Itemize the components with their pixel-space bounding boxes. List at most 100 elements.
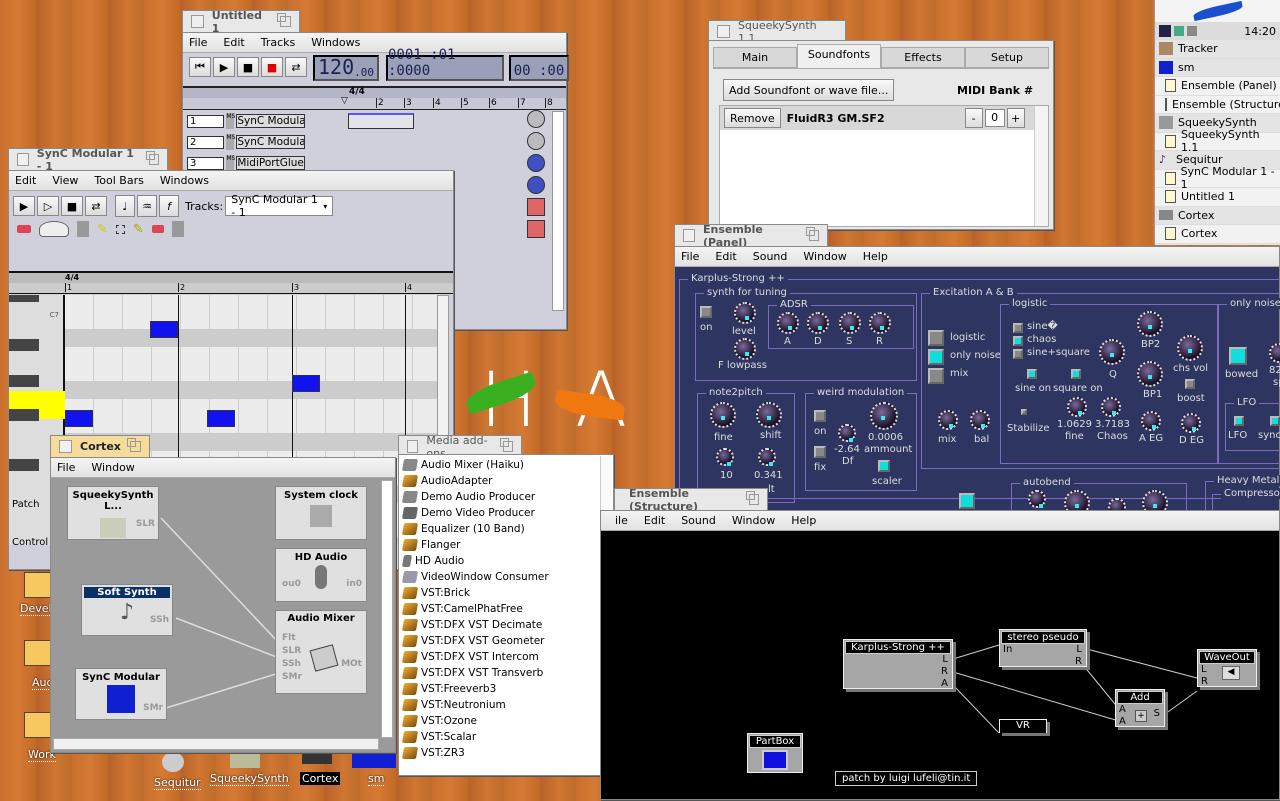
- deskbar-app-sm[interactable]: sm: [1155, 58, 1280, 77]
- midi-note[interactable]: [292, 375, 320, 392]
- list-item[interactable]: Flanger: [399, 537, 613, 553]
- sine-square-toggle[interactable]: [1013, 349, 1023, 359]
- speed-knob[interactable]: [1269, 343, 1280, 363]
- close-button[interactable]: [17, 153, 29, 166]
- cortex-node-sync-modular[interactable]: SynC Modular SMr: [75, 668, 167, 720]
- desktop-icon-cortex[interactable]: Cortex: [298, 752, 341, 792]
- eraser-icon[interactable]: [17, 225, 31, 233]
- menu-edit[interactable]: Edit: [715, 250, 736, 263]
- list-item[interactable]: VST:ZR3: [399, 745, 613, 761]
- list-item[interactable]: Demo Video Producer: [399, 505, 613, 521]
- attack-knob[interactable]: [777, 312, 799, 334]
- midi-note[interactable]: [150, 321, 178, 338]
- mute-solo-buttons[interactable]: MS: [226, 113, 235, 129]
- clock[interactable]: 14:20: [1244, 25, 1276, 38]
- track-row[interactable]: 1 MS SynC Modular: [187, 112, 305, 130]
- quantize-button[interactable]: ♒: [137, 195, 157, 217]
- playhead-marker[interactable]: ▽: [341, 96, 348, 106]
- exc-mix-toggle[interactable]: [928, 368, 944, 384]
- d-eg-knob[interactable]: [1181, 413, 1201, 433]
- fine-knob[interactable]: [710, 402, 736, 428]
- bank-increment-button[interactable]: +: [1006, 108, 1025, 128]
- cortex-node-audio-mixer[interactable]: Audio Mixer Flt SLR SSh SMr MOt: [275, 610, 367, 694]
- note-duration-button[interactable]: ♩: [115, 195, 135, 217]
- eraser-icon[interactable]: [151, 225, 164, 233]
- add-soundfont-button[interactable]: Add Soundfont or wave file...: [723, 79, 895, 101]
- vertical-scrollbar[interactable]: [552, 111, 564, 311]
- list-item[interactable]: VST:DFX VST Decimate: [399, 617, 613, 633]
- list-item[interactable]: HD Audio: [399, 553, 613, 569]
- deskbar-window-ensemble-panel[interactable]: Ensemble (Panel): [1155, 77, 1280, 96]
- list-item[interactable]: VST:Scalar: [399, 729, 613, 745]
- clipboard-icon[interactable]: [77, 221, 89, 237]
- exc-only-noise-toggle[interactable]: [928, 349, 944, 365]
- list-item[interactable]: VST:DFX VST Geometer: [399, 633, 613, 649]
- menu-file[interactable]: File: [189, 36, 207, 49]
- mute-solo-buttons[interactable]: MS: [226, 134, 235, 150]
- note2pitch-knob-2[interactable]: [758, 448, 776, 466]
- midi-clip[interactable]: [348, 113, 414, 129]
- karplus-strong-node[interactable]: Karplus-Strong ++ L R A: [843, 639, 953, 689]
- rewind-button[interactable]: ⏮: [189, 57, 211, 77]
- menu-tracks[interactable]: Tracks: [261, 36, 296, 49]
- list-item[interactable]: Demo Audio Producer: [399, 489, 613, 505]
- zoom-button[interactable]: [277, 13, 291, 27]
- sustain-knob[interactable]: [839, 312, 861, 334]
- cortex-window-tab[interactable]: Cortex: [50, 435, 150, 457]
- zoom-button[interactable]: [127, 438, 141, 452]
- desktop-icon-sm[interactable]: sm: [352, 752, 398, 792]
- volume-icon[interactable]: [1187, 26, 1197, 36]
- pencil-icon[interactable]: ✎: [97, 222, 108, 237]
- list-item[interactable]: VST:Freeverb3: [399, 681, 613, 697]
- waveout-node[interactable]: WaveOut L R ◀: [1197, 649, 1257, 687]
- synth-on-toggle[interactable]: [700, 306, 712, 318]
- midi-out-icon[interactable]: [527, 132, 545, 150]
- list-item[interactable]: VideoWindow Consumer: [399, 569, 613, 585]
- df-knob[interactable]: [838, 424, 856, 442]
- sync-toggle[interactable]: [1270, 416, 1280, 426]
- haiku-leaf-menu[interactable]: [1155, 0, 1280, 22]
- bank-decrement-button[interactable]: -: [964, 108, 983, 128]
- tab-soundfonts[interactable]: Soundfonts: [797, 44, 881, 68]
- menu-windows[interactable]: Windows: [160, 174, 209, 187]
- list-item[interactable]: VST:DFX VST Intercom: [399, 649, 613, 665]
- menu-sound[interactable]: Sound: [753, 250, 788, 263]
- menu-edit[interactable]: Edit: [15, 174, 36, 187]
- mix-knob[interactable]: [938, 410, 958, 430]
- deskbar-window-ensemble-structure[interactable]: Ensemble (Structure): [1155, 95, 1280, 114]
- cortex-node-system-clock[interactable]: System clock: [275, 486, 367, 540]
- q-knob[interactable]: [1099, 339, 1125, 365]
- bowed-toggle[interactable]: [1229, 347, 1247, 365]
- menu-help[interactable]: Help: [863, 250, 888, 263]
- tab-setup[interactable]: Setup: [965, 47, 1049, 68]
- structure-window-tab[interactable]: Ensemble (Structure): [614, 487, 768, 513]
- desktop-icon-squeekysynth[interactable]: SqueekySynth: [208, 752, 289, 792]
- panel-window-tab[interactable]: Ensemble (Panel): [674, 223, 828, 249]
- loop-button[interactable]: ⇄: [85, 196, 107, 216]
- vertical-scrollbar[interactable]: [1034, 106, 1048, 226]
- sine-toggle[interactable]: [1013, 323, 1023, 333]
- exc-logistic-toggle[interactable]: [928, 330, 944, 346]
- cortex-node-soft-synth[interactable]: Soft Synth ♪ SSh: [81, 584, 173, 636]
- weird-fix-toggle[interactable]: [814, 446, 826, 458]
- highlight-pencil-icon[interactable]: ✎: [133, 222, 144, 237]
- track-row[interactable]: 2 MS SynC Modular: [187, 133, 305, 151]
- scaler-toggle[interactable]: [878, 460, 890, 472]
- sync-window-tab[interactable]: SynC Modular 1 - 1: [8, 147, 168, 173]
- stop-button[interactable]: ■: [61, 196, 83, 216]
- zoom-button[interactable]: [145, 151, 159, 165]
- list-item[interactable]: VST:Ozone: [399, 713, 613, 729]
- shift-knob[interactable]: [756, 402, 782, 428]
- zoom-button[interactable]: [746, 491, 759, 505]
- mute-solo-buttons[interactable]: MS: [226, 155, 235, 171]
- list-item[interactable]: Audio Mixer (Haiku): [399, 457, 613, 473]
- menu-window[interactable]: Window: [803, 250, 846, 263]
- decay-knob[interactable]: [807, 312, 829, 334]
- midi-note[interactable]: [207, 410, 235, 427]
- tab-effects[interactable]: Effects: [881, 47, 965, 68]
- menu-windows[interactable]: Windows: [311, 36, 360, 49]
- add-node[interactable]: Add A A S +: [1115, 689, 1165, 727]
- menu-edit[interactable]: Edit: [223, 36, 244, 49]
- menu-toolbars[interactable]: Tool Bars: [94, 174, 143, 187]
- audio-out-icon[interactable]: [527, 220, 545, 238]
